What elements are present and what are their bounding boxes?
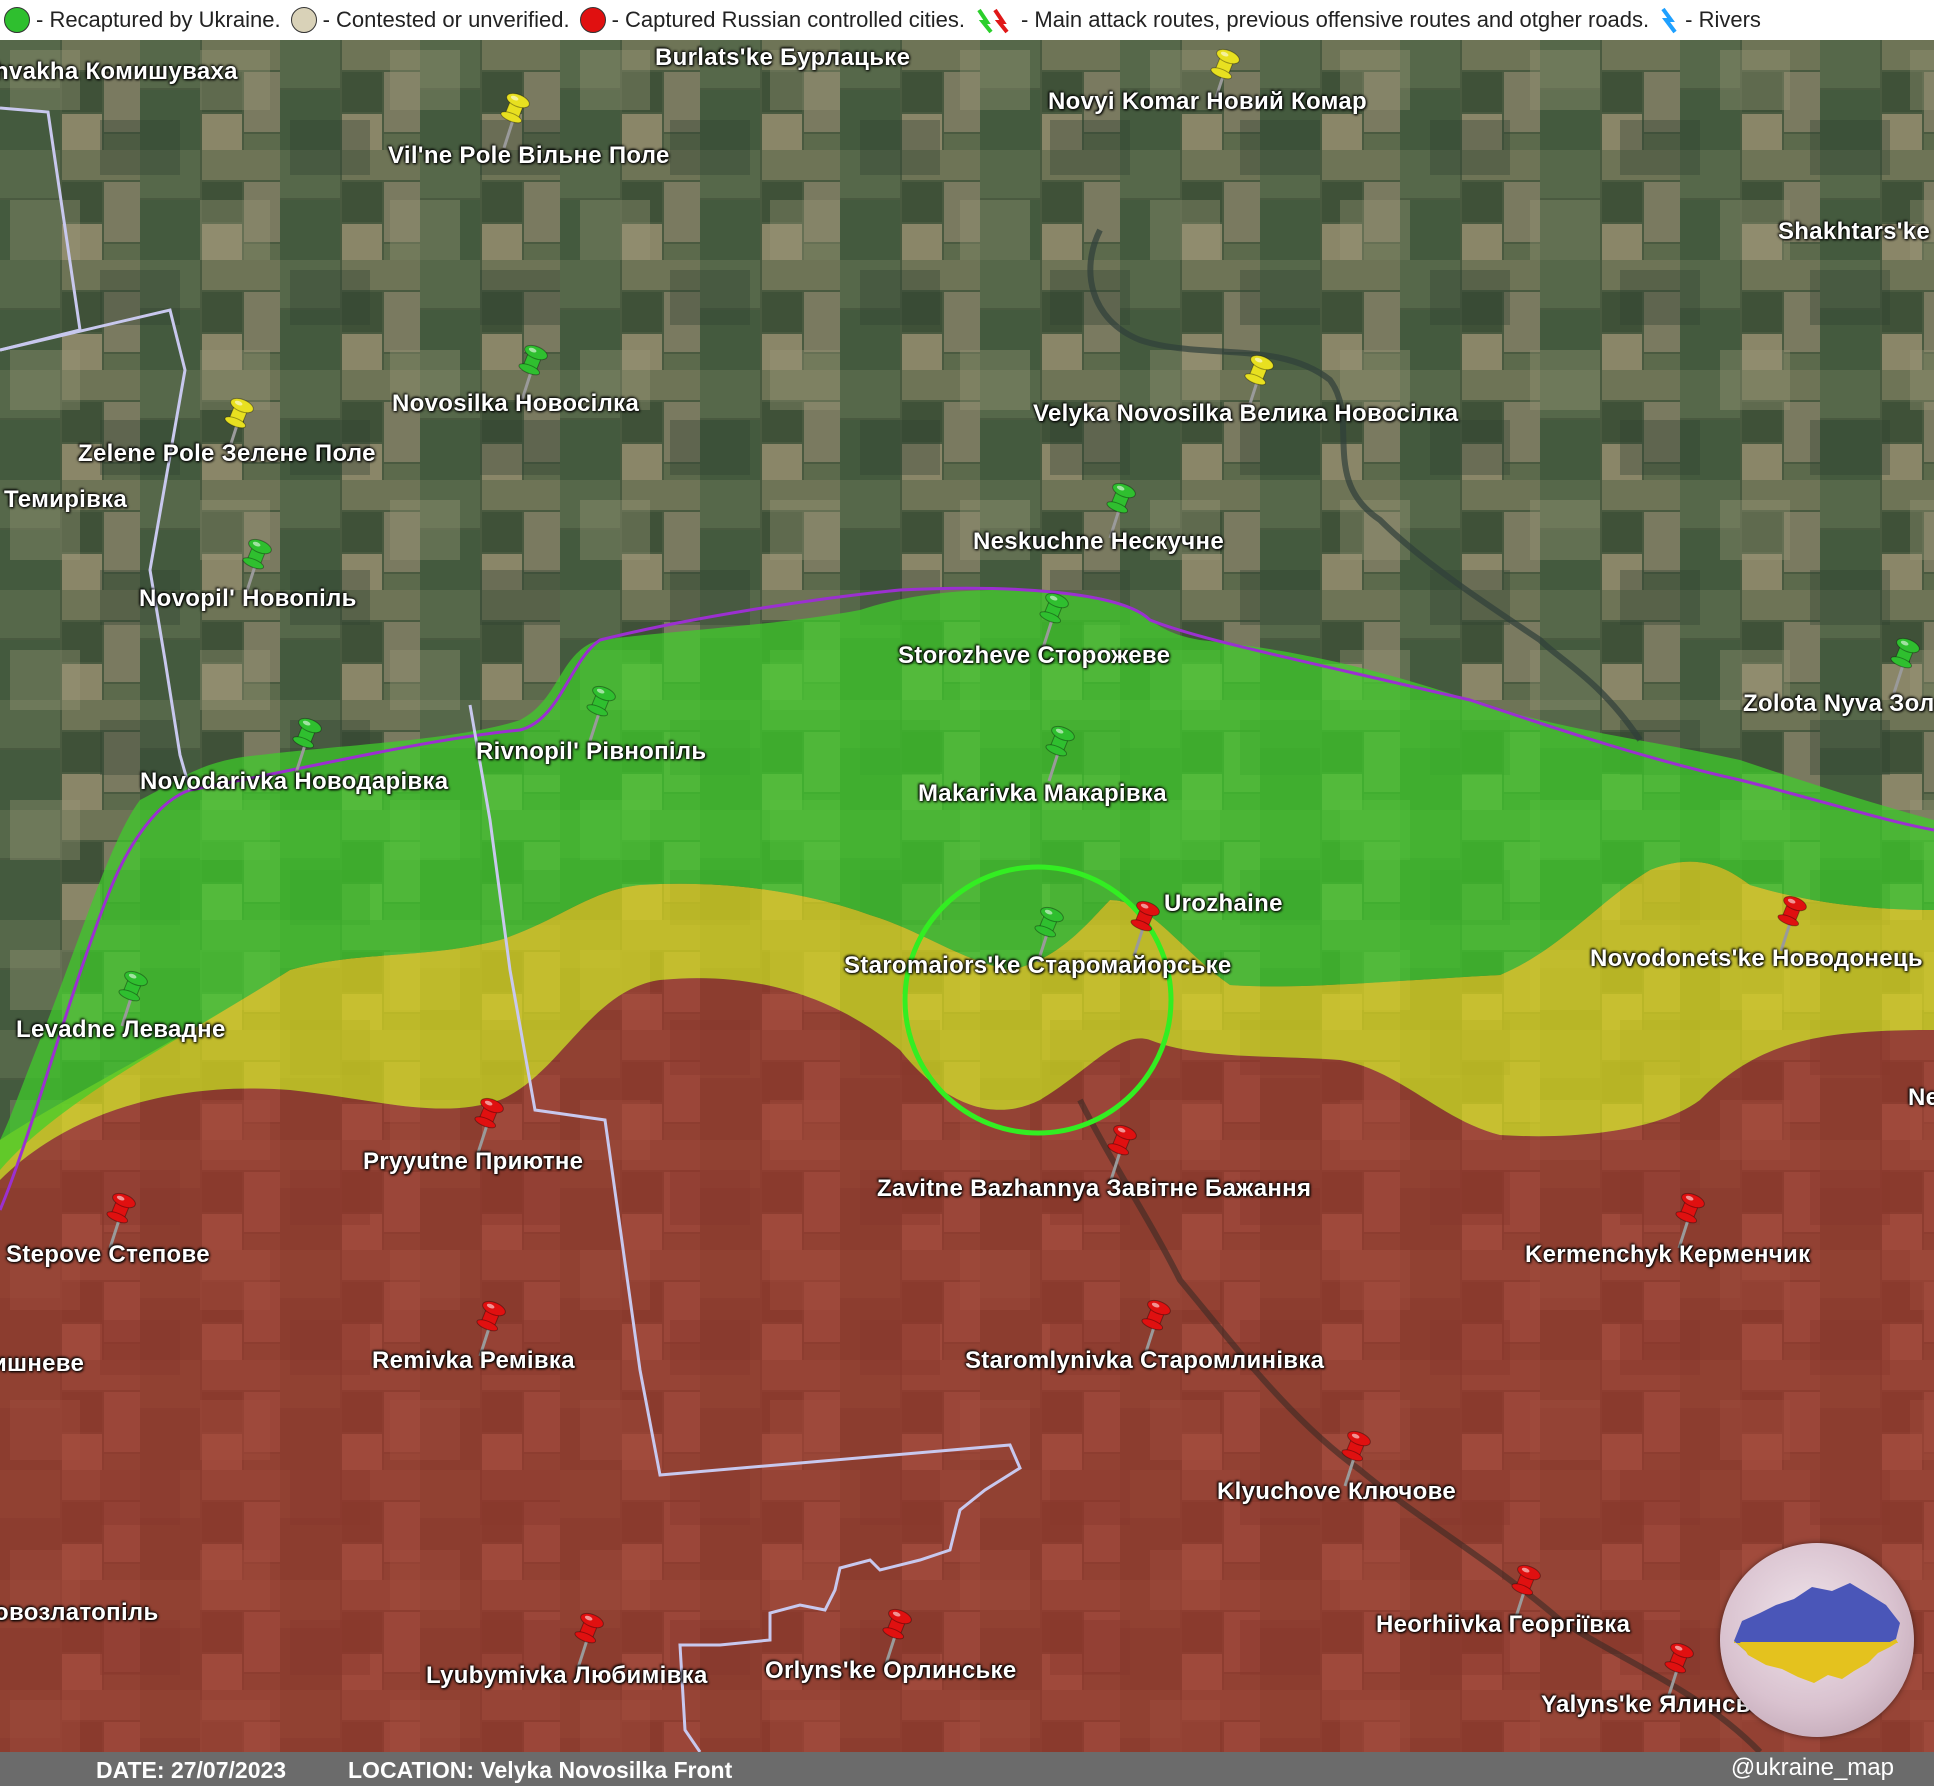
map-pin-russia-icon [1105,1122,1139,1182]
place-label: Novodonets'ke Новодонець [1590,945,1923,972]
ukraine-map-logo [1720,1543,1914,1737]
legend-bar: - Recaptured by Ukraine. - Contested or … [0,0,1934,40]
map-pin-ukraine-icon [1043,723,1077,783]
legend-label-contested: - Contested or unverified. [322,7,570,32]
place-label: овозлатопіль [0,1599,159,1626]
green-dot-icon [4,7,30,33]
place-label: Remivka Ремівка [372,1347,575,1374]
place-label: Novopil' Новопіль [139,585,357,612]
place-label: Klyuchove Ключове [1217,1478,1456,1505]
place-label: Velyka Novosilka Велика Новосілка [1033,400,1459,427]
map-pin-ukraine-icon [1037,590,1071,650]
river-icon [1661,7,1677,34]
legend-label-rivers: - Rivers [1685,7,1761,32]
attack-route-arrows-icon [977,8,1009,34]
map-pin-russia-icon [472,1095,506,1155]
map-location: LOCATION: Velyka Novosilka Front [348,1757,733,1783]
place-label: Orlyns'ke Орлинське [765,1657,1017,1684]
map-pin-ukraine-icon [290,715,324,775]
place-label: Novodarivka Новодарівка [140,768,449,795]
place-label: Stepove Степове [6,1241,210,1268]
place-label: Pryyutne Приютне [363,1148,584,1175]
place-label: Staromaiors'ke Старомайорське [844,952,1232,979]
place-label: Novosilka Новосілка [392,390,640,417]
legend-item-routes: - Main attack routes, previous offensive… [975,6,1649,34]
beige-dot-icon [290,7,317,33]
footer-bar: DATE: 27/07/2023 LOCATION: Velyka Novosi… [0,1752,1934,1786]
legend-label-ukraine: - Recaptured by Ukraine. [36,7,281,32]
place-label: Ne [1908,1084,1934,1111]
legend-item-rivers: - Rivers [1659,6,1761,34]
legend-item-russia: - Captured Russian controlled cities. [579,7,965,33]
place-label: Neskuchne Нескучне [973,528,1224,555]
map-date: DATE: 27/07/2023 [96,1757,287,1783]
legend-label-routes: - Main attack routes, previous offensive… [1020,7,1650,32]
author-handle: @ukraine_map [1730,1754,1894,1781]
place-label: Zavitne Bazhannya Завітне Бажання [877,1175,1312,1202]
legend-item-contested: - Contested or unverified. [290,7,570,33]
ukraine-flag-map-icon [1734,1583,1900,1683]
map-pin-russia-icon [1128,898,1162,958]
place-label: Rivnopil' Рівнопіль [476,738,707,765]
place-label: Heorhiivka Георгіївка [1376,1611,1631,1638]
place-label: Lyubymivka Любимівка [426,1662,708,1689]
map-pin-russia-icon [1775,893,1809,953]
map-infographic: - Recaptured by Ukraine. - Contested or … [0,0,1934,1786]
place-label: Burlats'ke Бурлацьке [655,44,911,71]
legend-item-ukraine: - Recaptured by Ukraine. [4,7,281,33]
legend-label-russia: - Captured Russian controlled cities. [611,7,965,32]
map-pin-ukraine-icon [584,683,618,743]
place-label: Storozheve Сторожеве [898,642,1171,669]
map-pin-russia-icon [572,1610,606,1670]
place-label: Zelene Pole Зелене Поле [78,440,376,467]
red-dot-icon [579,7,606,33]
place-label: Levadne Левадне [16,1016,226,1043]
place-label: Urozhaine [1164,890,1283,917]
place-label: Темирівка [4,486,128,513]
map-canvas [0,40,1934,1752]
place-label: Kermenchyk Керменчик [1525,1241,1811,1268]
place-label: Shakhtars'ke [1778,218,1931,245]
map-pin-ukraine-icon [1888,635,1922,695]
place-label: Makarivka Макарівка [918,780,1167,807]
place-label: Staromlynivka Старомлинівка [965,1347,1325,1374]
place-label: Vil'ne Pole Вільне Поле [388,142,670,169]
place-label: Zolota Nyva Зол [1743,690,1934,717]
place-label: ишневе [0,1350,85,1377]
place-label: hvakha Комишуваха [0,58,238,85]
place-label: Novyi Komar Новий Комар [1048,88,1367,115]
satellite-map: hvakha Комишуваха Burlats'ke Бурлацьке Nov… [0,40,1934,1752]
map-pin-contested-icon [498,90,532,150]
